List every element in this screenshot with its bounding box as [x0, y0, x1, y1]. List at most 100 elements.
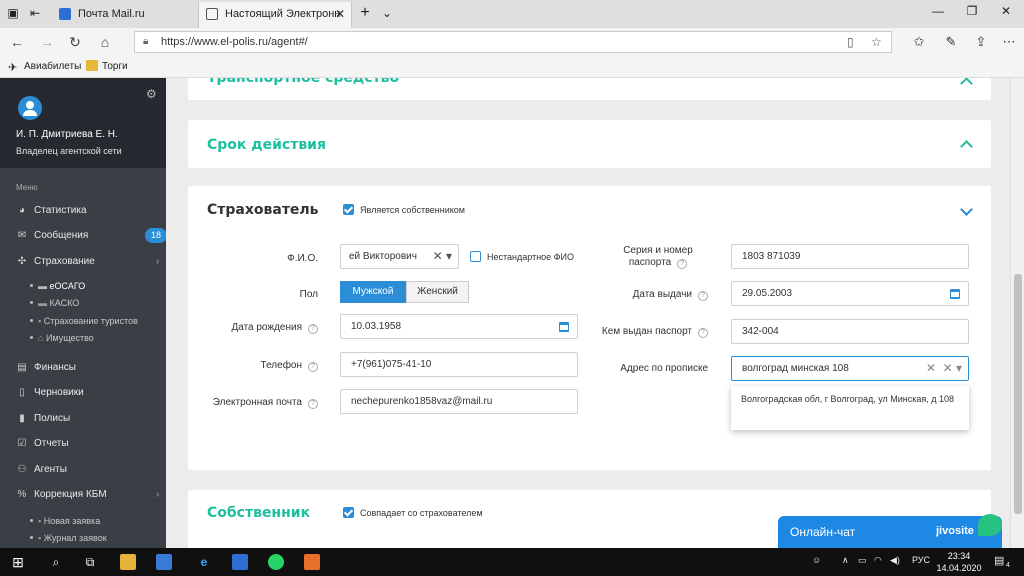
same-as-insurer-checkbox[interactable] [343, 507, 354, 518]
birth-label-text: Дата рождения [231, 322, 302, 333]
sidebar-item-label: Агенты [34, 464, 67, 475]
sidebar-sub-tourists[interactable]: ▪ Страхование туристов [30, 314, 138, 328]
sidebar-item-label: Статистика [34, 205, 87, 216]
volume-icon[interactable]: ◀) [890, 555, 900, 566]
calendar-icon[interactable] [950, 289, 960, 299]
address-select[interactable]: волгоград минская 108 ✕ ✕ ▾ [731, 356, 969, 381]
document-app-icon[interactable] [304, 554, 320, 570]
help-icon[interactable]: ? [308, 362, 318, 372]
browser-tab-bar: ▣ ⇤ Почта Mail.ru Настоящий Электронн ✕ … [0, 0, 1024, 28]
term-section[interactable]: Срок действия [188, 120, 991, 168]
scrollbar-thumb[interactable] [1014, 274, 1022, 514]
fio-select[interactable]: ей Викторович ✕ ▾ [340, 244, 459, 269]
page-scrollbar[interactable] [1010, 78, 1024, 548]
email-input[interactable]: nechepurenko1858vaz@mail.ru [340, 389, 578, 414]
wifi-icon[interactable]: ◠ [874, 555, 882, 566]
chat-brand: jivosite [936, 525, 974, 537]
clock[interactable]: 23:34 14.04.2020 [936, 550, 982, 574]
address-suggestion-item[interactable]: Волгоградская обл, г Волгоград, ул Минск… [741, 394, 954, 404]
refresh-icon[interactable]: ↻ [66, 33, 84, 51]
sidebar-item-stats[interactable]: ◕ Статистика [16, 203, 166, 219]
email-value: nechepurenko1858vaz@mail.ru [351, 396, 493, 407]
tray-chevron-icon[interactable]: ∧ [842, 555, 849, 566]
issue-date-input[interactable]: 29.05.2003 [731, 281, 969, 306]
close-window-icon[interactable]: ✕ [996, 4, 1016, 18]
favorite-star-icon[interactable]: ☆ [871, 32, 882, 52]
sidebar-item-reports[interactable]: ☑ Отчеты [16, 436, 166, 452]
edge-icon[interactable]: e [194, 552, 214, 572]
clear-caret-icon[interactable]: ✕ ▾ [433, 245, 452, 268]
sidebar-sub-new-request[interactable]: ▪ Новая заявка [30, 514, 100, 528]
close-tab-icon[interactable]: ✕ [335, 2, 345, 26]
restore-icon[interactable]: ❐ [962, 4, 982, 18]
favorites-icon[interactable]: ✩ [910, 33, 928, 51]
help-icon[interactable]: ? [698, 291, 708, 301]
favorite-flights[interactable]: ✈ Авиабилеты [8, 60, 81, 74]
language-indicator[interactable]: РУС [912, 555, 930, 565]
chevron-up-icon[interactable] [959, 78, 973, 88]
chevron-right-icon: › [156, 489, 160, 500]
pen-icon[interactable]: ✎ [942, 33, 960, 51]
back-icon[interactable]: ← [8, 33, 26, 51]
nonstandard-fio-checkbox[interactable] [470, 251, 481, 262]
sidebar-item-finance[interactable]: ▤ Финансы [16, 360, 166, 376]
gender-female-button[interactable]: Женский [406, 281, 469, 303]
new-tab-icon[interactable]: + [358, 5, 372, 21]
vehicle-section[interactable]: Транспортное средство [188, 78, 991, 100]
tab-el-polis[interactable]: Настоящий Электронн ✕ [198, 2, 352, 28]
help-icon[interactable]: ? [308, 399, 318, 409]
home-icon[interactable]: ⌂ [96, 33, 114, 51]
url-input[interactable]: 🔒︎ https://www.el-polis.ru/agent#/ ▯ ☆ [134, 31, 892, 53]
online-chat-widget[interactable]: Онлайн-чат jivosite [778, 514, 1002, 548]
tab-list-chevron-icon[interactable]: ⌄ [380, 6, 394, 20]
gear-icon[interactable]: ⚙ [146, 87, 157, 101]
birth-date-input[interactable]: 10.03.1958 [340, 314, 578, 339]
help-icon[interactable]: ? [308, 324, 318, 334]
sidebar-item-drafts[interactable]: ▯ Черновики [16, 385, 166, 401]
folder-icon [86, 60, 98, 71]
tab-mail[interactable]: Почта Mail.ru [52, 2, 194, 28]
address-suggestion-dropdown[interactable]: Волгоградская обл, г Волгоград, ул Минск… [731, 386, 969, 430]
sidebar-sub-kasko[interactable]: ▬ КАСКО [30, 296, 79, 310]
windows-start-icon[interactable]: ⊞ [8, 552, 28, 572]
help-icon[interactable]: ? [677, 259, 688, 269]
sidebar-sub-property[interactable]: ⌂ Имущество [30, 331, 94, 345]
reading-view-icon[interactable]: ▯ [847, 32, 854, 52]
sidebar-item-policies[interactable]: ▮ Полисы [16, 411, 166, 427]
chevron-down-icon[interactable] [959, 204, 973, 218]
forward-icon[interactable]: → [38, 33, 56, 51]
sidebar-sub-eosago[interactable]: ▬ еОСАГО [30, 279, 85, 293]
sidebar-sub-request-log[interactable]: ▪ Журнал заявок [30, 531, 107, 545]
avatar[interactable] [18, 96, 42, 120]
calendar-icon[interactable] [559, 322, 569, 332]
notifications-icon[interactable]: ▤ [994, 554, 1004, 567]
sidebar-item-insurance[interactable]: ✣ Страхование › [16, 254, 166, 270]
sidebar-item-agents[interactable]: ⚇ Агенты [16, 462, 166, 478]
people-icon[interactable]: ☺ [812, 555, 821, 565]
issued-by-input[interactable]: 342-004 [731, 319, 969, 344]
more-icon[interactable]: ⋯ [1000, 33, 1018, 51]
whatsapp-icon[interactable] [268, 554, 284, 570]
passport-series-input[interactable]: 1803 871039 [731, 244, 969, 269]
clear-caret-icon[interactable]: ✕ ✕ ▾ [926, 357, 962, 380]
network-icon[interactable]: ▭ [858, 555, 867, 566]
task-view-icon[interactable]: ⧉ [80, 552, 100, 572]
sidebar-item-messages[interactable]: ✉ Сообщения 18 [16, 228, 166, 244]
tab-actions-icon[interactable]: ▣ [6, 6, 20, 20]
user-name: И. П. Дмитриева Е. Н. [16, 129, 118, 140]
help-icon[interactable]: ? [698, 328, 708, 338]
chevron-up-icon[interactable] [959, 137, 973, 151]
sidebar-item-kbm[interactable]: % Коррекция КБМ › [16, 487, 166, 503]
share-icon[interactable]: ⇪ [972, 33, 990, 51]
favorites-bar: ✈ Авиабилеты Торги [0, 56, 1024, 78]
gender-male-button[interactable]: Мужской [340, 281, 406, 303]
favorite-auctions[interactable]: Торги [86, 60, 128, 74]
store-icon[interactable] [156, 554, 172, 570]
tab-back-icon[interactable]: ⇤ [28, 6, 42, 20]
search-icon[interactable]: ⌕ [46, 552, 66, 572]
minimize-icon[interactable]: — [928, 4, 948, 18]
phone-input[interactable]: +7(961)075-41-10 [340, 352, 578, 377]
file-explorer-icon[interactable] [120, 554, 136, 570]
is-owner-checkbox[interactable] [343, 204, 354, 215]
mail-icon[interactable] [232, 554, 248, 570]
